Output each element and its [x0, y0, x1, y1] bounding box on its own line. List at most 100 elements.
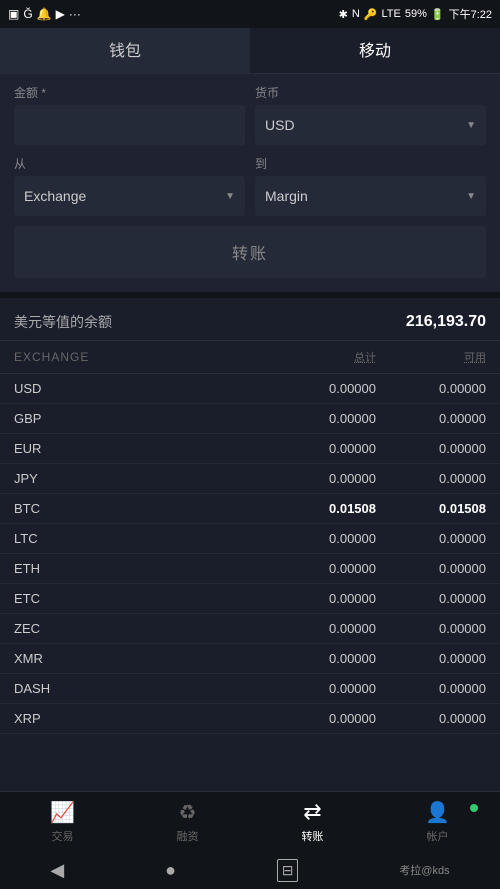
row-available: 0.00000: [376, 381, 486, 396]
col-available-header: 可用: [406, 349, 486, 365]
row-total: 0.00000: [266, 561, 376, 576]
amount-group: 金额 *: [14, 84, 245, 145]
currency-arrow-icon: ▼: [466, 120, 476, 131]
row-currency: DASH: [14, 681, 266, 696]
row-available: 0.00000: [376, 471, 486, 486]
time: 下午7:22: [449, 6, 492, 22]
tab-header: 钱包 移动: [0, 28, 500, 74]
icon-box: ▣: [8, 7, 19, 21]
from-label: 从: [14, 155, 245, 172]
icon-g: Ğ: [23, 7, 32, 21]
form-row-1: 金额 * 货币 USD ▼: [14, 84, 486, 145]
row-available: 0.00000: [376, 411, 486, 426]
icon-nfc: N: [352, 8, 360, 20]
nav-item-account[interactable]: 👤 帐户: [375, 800, 500, 844]
row-total: 0.00000: [266, 381, 376, 396]
table-row: LTC 0.00000 0.00000: [0, 524, 500, 554]
funding-icon: ♻: [179, 800, 197, 825]
form-row-2: 从 Exchange ▼ 到 Margin ▼: [14, 155, 486, 216]
row-currency: BTC: [14, 501, 266, 516]
sys-recent-button[interactable]: ⊟: [277, 859, 299, 882]
nav-item-transfer[interactable]: ⇄ 转账: [250, 799, 375, 844]
sys-nav: ◀ ● ⊟ 考拉@kds: [0, 851, 500, 889]
exchange-rows: USD 0.00000 0.00000 GBP 0.00000 0.00000 …: [0, 374, 500, 734]
icon-play: ▶: [56, 7, 65, 21]
row-currency: XMR: [14, 651, 266, 666]
row-total: 0.00000: [266, 711, 376, 726]
row-total: 0.00000: [266, 411, 376, 426]
row-currency: USD: [14, 381, 266, 396]
row-available: 0.00000: [376, 561, 486, 576]
row-total: 0.00000: [266, 651, 376, 666]
row-total: 0.01508: [266, 501, 376, 516]
col-headers: 总计 可用: [296, 349, 486, 365]
row-total: 0.00000: [266, 441, 376, 456]
row-currency: LTC: [14, 531, 266, 546]
row-available: 0.00000: [376, 681, 486, 696]
sys-home-button[interactable]: ●: [165, 860, 176, 881]
table-row: EUR 0.00000 0.00000: [0, 434, 500, 464]
status-bar: ▣ Ğ 🔔 ▶ ··· ✱ N 🔑 LTE 59% 🔋 下午7:22: [0, 0, 500, 28]
table-row: XMR 0.00000 0.00000: [0, 644, 500, 674]
status-right-info: ✱ N 🔑 LTE 59% 🔋 下午7:22: [339, 6, 492, 22]
battery-icon: 🔋: [431, 8, 445, 21]
to-arrow-icon: ▼: [466, 191, 476, 202]
row-available: 0.00000: [376, 591, 486, 606]
row-total: 0.00000: [266, 621, 376, 636]
row-total: 0.00000: [266, 531, 376, 546]
currency-select[interactable]: USD ▼: [255, 105, 486, 145]
form-area: 金额 * 货币 USD ▼ 从 Exchange ▼ 到 Margin ▼: [0, 74, 500, 292]
to-select[interactable]: Margin ▼: [255, 176, 486, 216]
balance-value: 216,193.70: [406, 313, 486, 331]
row-currency: JPY: [14, 471, 266, 486]
row-currency: GBP: [14, 411, 266, 426]
tab-move[interactable]: 移动: [250, 28, 500, 73]
row-currency: ZEC: [14, 621, 266, 636]
bottom-nav: 📈 交易 ♻ 融资 ⇄ 转账 👤 帐户: [0, 791, 500, 851]
row-total: 0.00000: [266, 591, 376, 606]
exchange-section: EXCHANGE 总计 可用 USD 0.00000 0.00000 GBP 0…: [0, 341, 500, 734]
amount-label: 金额 *: [14, 84, 245, 101]
currency-group: 货币 USD ▼: [255, 84, 486, 145]
icon-bell: 🔔: [37, 7, 52, 21]
exchange-header: EXCHANGE 总计 可用: [0, 341, 500, 374]
table-row: USD 0.00000 0.00000: [0, 374, 500, 404]
tab-wallet[interactable]: 钱包: [0, 28, 250, 73]
from-select[interactable]: Exchange ▼: [14, 176, 245, 216]
battery-level: 59%: [405, 8, 427, 20]
table-row: DASH 0.00000 0.00000: [0, 674, 500, 704]
table-row: ETC 0.00000 0.00000: [0, 584, 500, 614]
row-available: 0.01508: [376, 501, 486, 516]
exchange-title: EXCHANGE: [14, 350, 89, 364]
row-total: 0.00000: [266, 471, 376, 486]
nav-label-funding: 融资: [177, 828, 199, 844]
table-row: GBP 0.00000 0.00000: [0, 404, 500, 434]
signal-lte: LTE: [381, 8, 400, 20]
row-available: 0.00000: [376, 441, 486, 456]
row-currency: EUR: [14, 441, 266, 456]
transfer-icon: ⇄: [303, 799, 321, 825]
sys-back-button[interactable]: ◀: [50, 860, 64, 881]
row-available: 0.00000: [376, 651, 486, 666]
table-row: XRP 0.00000 0.00000: [0, 704, 500, 734]
row-available: 0.00000: [376, 531, 486, 546]
trade-icon: 📈: [50, 800, 75, 825]
to-label: 到: [255, 155, 486, 172]
status-left-icons: ▣ Ğ 🔔 ▶ ···: [8, 7, 81, 21]
col-total-header: 总计: [296, 349, 376, 365]
row-total: 0.00000: [266, 681, 376, 696]
nav-item-funding[interactable]: ♻ 融资: [125, 800, 250, 844]
table-row: ZEC 0.00000 0.00000: [0, 614, 500, 644]
amount-input[interactable]: [14, 105, 245, 145]
table-row: BTC 0.01508 0.01508: [0, 494, 500, 524]
table-row: ETH 0.00000 0.00000: [0, 554, 500, 584]
transfer-btn-row: 转账: [14, 226, 486, 278]
row-currency: XRP: [14, 711, 266, 726]
nav-item-trade[interactable]: 📈 交易: [0, 800, 125, 844]
icon-bluetooth: ✱: [339, 8, 348, 21]
row-available: 0.00000: [376, 621, 486, 636]
icon-key: 🔑: [364, 8, 378, 21]
account-icon: 👤: [425, 800, 450, 825]
transfer-button[interactable]: 转账: [14, 226, 486, 278]
row-currency: ETH: [14, 561, 266, 576]
